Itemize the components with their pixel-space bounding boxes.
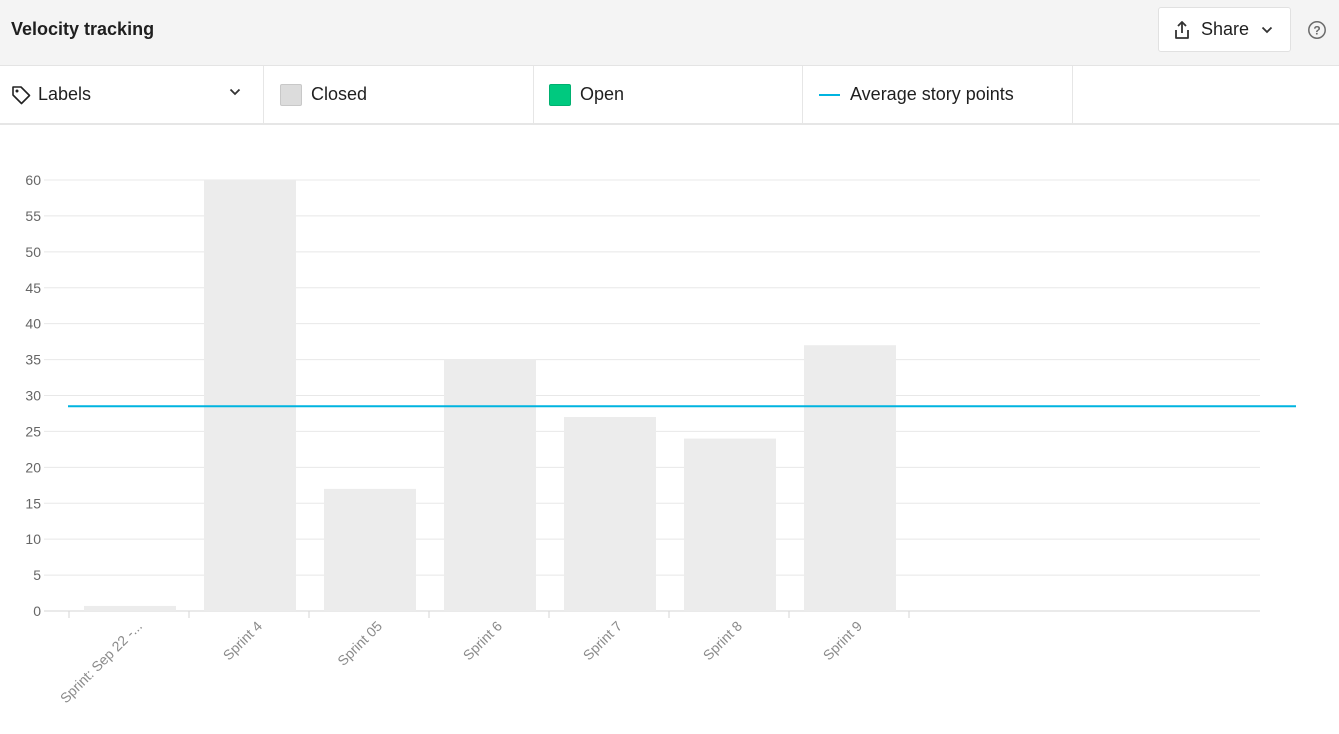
y-tick-label: 50	[25, 244, 41, 260]
legend-label-open: Open	[580, 84, 625, 104]
labels-dropdown[interactable]: Labels	[0, 66, 264, 123]
chevron-down-icon	[1261, 26, 1273, 34]
chevron-down-icon	[229, 88, 241, 96]
x-tick-label: Sprint 05	[334, 618, 385, 669]
average-line-swatch	[819, 93, 840, 96]
y-tick-label: 10	[25, 531, 41, 547]
legend-bar: Labels Closed Open Average story points	[0, 66, 1339, 125]
x-tick-label: Sprint 6	[460, 618, 506, 664]
y-tick-label: 15	[25, 495, 41, 511]
share-button[interactable]: Share	[1158, 7, 1291, 52]
y-tick-label: 60	[25, 172, 41, 188]
y-tick-label: 35	[25, 352, 41, 368]
x-tick-label: Sprint 9	[820, 618, 866, 664]
y-tick-label: 0	[33, 603, 41, 619]
bar-closed	[564, 417, 656, 611]
y-tick-label: 25	[25, 423, 41, 439]
y-tick-label: 5	[33, 567, 41, 583]
share-button-label: Share	[1201, 19, 1250, 39]
bar-closed	[444, 359, 536, 611]
y-tick-label: 55	[25, 208, 41, 224]
bar-closed	[684, 438, 776, 611]
svg-text:?: ?	[1313, 24, 1320, 38]
labels-label: Labels	[38, 84, 92, 104]
x-tick-label: Sprint: Sep 22 -...	[57, 618, 145, 706]
bar-closed	[804, 345, 896, 611]
y-tick-label: 40	[25, 316, 41, 332]
legend-label-closed: Closed	[311, 84, 368, 104]
y-tick-label: 45	[25, 280, 41, 296]
closed-swatch	[280, 83, 302, 106]
velocity-bar-chart: 0 5 10 15 20 25 30 35 40 45 50 55 60 Sprint: Sep 22 -…	[25, 172, 1296, 706]
legend-item-open[interactable]: Open	[534, 66, 803, 123]
header-bar: Velocity tracking Share ?	[0, 0, 1339, 66]
x-tick-label: Sprint 8	[700, 618, 746, 664]
legend-item-average[interactable]: Average story points	[803, 66, 1073, 123]
page-title: Velocity tracking	[11, 19, 155, 39]
y-tick-label: 20	[25, 459, 41, 475]
open-swatch	[549, 83, 571, 106]
legend-label-average: Average story points	[850, 84, 1014, 104]
bar-closed	[324, 488, 416, 611]
bar-closed	[84, 605, 176, 611]
share-icon	[1173, 20, 1191, 40]
bar-closed	[204, 180, 296, 611]
tag-icon	[11, 85, 31, 105]
y-tick-label: 30	[25, 388, 41, 404]
help-icon[interactable]: ?	[1307, 20, 1327, 40]
x-tick-label: Sprint 7	[580, 618, 626, 664]
x-tick-label: Sprint 4	[220, 618, 266, 664]
legend-item-closed[interactable]: Closed	[264, 66, 534, 123]
